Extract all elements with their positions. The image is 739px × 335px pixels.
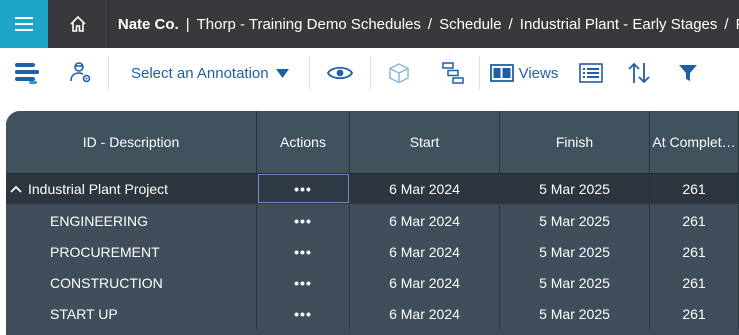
- row-start: 6 Mar 2024: [350, 173, 500, 204]
- table-row[interactable]: CONSTRUCTION ••• 6 Mar 2024 5 Mar 2025 2…: [6, 267, 739, 298]
- column-header-at-completion[interactable]: At Complet…: [650, 111, 739, 173]
- caret-down-icon: [275, 68, 289, 78]
- layers-icon: [15, 63, 39, 84]
- views-label: Views: [518, 64, 559, 82]
- row-at-completion: 261: [650, 267, 739, 298]
- table-row[interactable]: ENGINEERING ••• 6 Mar 2024 5 Mar 2025 26…: [6, 205, 739, 236]
- user-gear-icon: [70, 62, 91, 83]
- row-actions-button[interactable]: •••: [257, 205, 350, 236]
- more-actions-icon: •••: [294, 212, 312, 229]
- home-button[interactable]: [48, 0, 109, 48]
- row-description[interactable]: PROCUREMENT: [6, 236, 257, 267]
- row-at-completion: 261: [650, 236, 739, 267]
- filter-button[interactable]: [664, 48, 712, 98]
- annotation-select[interactable]: Select an Annotation: [109, 48, 309, 98]
- schedule-grid: ID - Description Actions Start Finish At…: [6, 111, 739, 335]
- row-actions-button[interactable]: •••: [257, 236, 350, 267]
- row-finish: 5 Mar 2025: [500, 205, 650, 236]
- list-view-button[interactable]: [568, 48, 614, 98]
- toolbar: Select an Annotation Views: [0, 48, 739, 98]
- home-icon: [70, 15, 86, 32]
- row-finish: 5 Mar 2025: [500, 173, 650, 204]
- hamburger-menu-button[interactable]: [0, 0, 48, 48]
- breadcrumb-item[interactable]: Schedule: [439, 16, 502, 33]
- breadcrumb-separator: /: [427, 15, 433, 33]
- breadcrumb: Nate Co. | Thorp - Training Demo Schedul…: [109, 0, 739, 48]
- hierarchy-button[interactable]: [427, 48, 479, 98]
- list-icon: [579, 63, 604, 83]
- column-header-start[interactable]: Start: [350, 111, 500, 173]
- views-icon: [489, 64, 514, 82]
- row-start: 6 Mar 2024: [350, 267, 500, 298]
- column-header-id-description[interactable]: ID - Description: [6, 111, 257, 173]
- row-finish: 5 Mar 2025: [500, 267, 650, 298]
- row-finish: 5 Mar 2025: [500, 298, 650, 329]
- top-bar: Nate Co. | Thorp - Training Demo Schedul…: [0, 0, 739, 48]
- row-actions-button[interactable]: •••: [257, 298, 350, 329]
- row-id-cell[interactable]: Industrial Plant Project: [6, 173, 257, 204]
- breadcrumb-item[interactable]: P: [736, 16, 739, 33]
- package-button[interactable]: [371, 48, 427, 98]
- grid-header: ID - Description Actions Start Finish At…: [6, 111, 739, 173]
- breadcrumb-separator: /: [724, 15, 729, 33]
- sort-button[interactable]: [614, 48, 664, 98]
- more-actions-icon: •••: [294, 274, 312, 291]
- row-description[interactable]: CONSTRUCTION: [6, 267, 257, 298]
- more-actions-icon: •••: [294, 305, 312, 322]
- row-at-completion: 261: [650, 298, 739, 329]
- table-row[interactable]: PROCUREMENT ••• 6 Mar 2024 5 Mar 2025 26…: [6, 236, 739, 267]
- row-at-completion: 261: [650, 173, 739, 204]
- breadcrumb-item[interactable]: Industrial Plant - Early Stages: [520, 16, 718, 33]
- column-header-actions[interactable]: Actions: [257, 111, 350, 173]
- chevron-up-icon[interactable]: [10, 185, 22, 193]
- breadcrumb-separator: /: [508, 15, 513, 33]
- row-actions-button[interactable]: •••: [257, 173, 350, 204]
- row-finish: 5 Mar 2025: [500, 236, 650, 267]
- hierarchy-icon: [441, 62, 464, 84]
- annotation-select-label: Select an Annotation: [131, 64, 269, 82]
- visibility-button[interactable]: [310, 48, 370, 98]
- hamburger-icon: [14, 17, 33, 31]
- layers-button[interactable]: [0, 48, 54, 98]
- more-actions-icon: •••: [294, 181, 312, 197]
- row-start: 6 Mar 2024: [350, 205, 500, 236]
- row-actions-button[interactable]: •••: [257, 267, 350, 298]
- breadcrumb-separator: |: [185, 15, 190, 33]
- breadcrumb-org[interactable]: Nate Co.: [118, 16, 179, 33]
- table-row[interactable]: START UP ••• 6 Mar 2024 5 Mar 2025 261: [6, 298, 739, 329]
- filter-icon: [679, 65, 698, 81]
- breadcrumb-item[interactable]: Thorp - Training Demo Schedules: [197, 16, 421, 33]
- row-start: 6 Mar 2024: [350, 236, 500, 267]
- table-row[interactable]: Industrial Plant Project ••• 6 Mar 2024 …: [6, 173, 739, 204]
- row-at-completion: 261: [650, 205, 739, 236]
- cube-icon: [388, 63, 409, 84]
- more-actions-icon: •••: [294, 243, 312, 260]
- sort-arrows-icon: [628, 62, 650, 84]
- eye-icon: [326, 66, 353, 80]
- row-description[interactable]: START UP: [6, 298, 257, 329]
- row-description: Industrial Plant Project: [28, 181, 169, 197]
- row-description[interactable]: ENGINEERING: [6, 205, 257, 236]
- column-header-finish[interactable]: Finish: [500, 111, 650, 173]
- resource-settings-button[interactable]: [54, 48, 108, 98]
- row-start: 6 Mar 2024: [350, 298, 500, 329]
- views-button[interactable]: Views: [480, 48, 569, 98]
